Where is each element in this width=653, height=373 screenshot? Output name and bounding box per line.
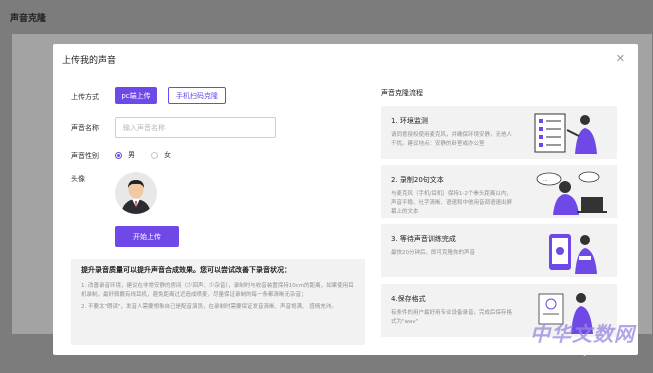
gender-radio-female[interactable]: 女: [151, 150, 171, 160]
upload-method-label: 上传方式: [71, 93, 99, 101]
voice-name-input[interactable]: [115, 117, 276, 138]
step-3-name: 3. 等待声音训练完成: [391, 235, 456, 243]
voice-name-label: 声音名称: [71, 124, 99, 132]
step-4-name: 4.保存格式: [391, 295, 426, 303]
upload-voice-modal: 上传我的声音 ✕ 上传方式 pc端上传 手机扫码克隆 声音名称 声音性别 男 女…: [53, 44, 638, 355]
gender-option-male: 男: [128, 151, 135, 159]
avatar-person-icon: [115, 172, 157, 214]
page-title: 声音克隆: [10, 14, 47, 24]
flow-step-1: 1. 环境监测 请同意授权使用麦克风，并确保环境安静，无他人干扰。建议地点：安静…: [381, 106, 617, 159]
checklist-illustration-icon: [534, 113, 597, 154]
step-1-desc: 请同意授权使用麦克风，并确保环境安静，无他人干扰。建议地点：安静的卧室或办公室: [391, 132, 513, 147]
watermark-url: www.zhwjw.net: [542, 347, 611, 357]
watermark-logo: 中华文数网 www.zhwjw.net: [530, 318, 650, 368]
recording-tips-panel: 提升录音质量可以提升声音合成效果。您可以尝试改善下录音状况： 1. 改善录音环境…: [71, 259, 365, 345]
radio-empty-icon: [151, 151, 158, 159]
radio-selected-icon: [115, 151, 122, 159]
training-illustration-icon: [549, 234, 597, 274]
modal-title: 上传我的声音: [62, 56, 117, 66]
close-icon[interactable]: ✕: [616, 52, 625, 65]
svg-text:...: ...: [543, 177, 548, 183]
flow-step-3: 3. 等待声音训练完成 最快20分钟后，即可克隆你的声音: [381, 224, 617, 277]
tips-item-2: 2. 不要太"朗读"，发音人需要想象自己是配音演员，在录制时需要保证发音清晰、声…: [81, 304, 337, 310]
mobile-scan-button[interactable]: 手机扫码克隆: [168, 87, 226, 104]
step-2-name: 2. 录制20句文本: [391, 176, 444, 184]
avatar-label: 头像: [71, 175, 85, 183]
gender-radio-male[interactable]: 男: [115, 150, 135, 160]
voice-gender-label: 声音性别: [71, 152, 99, 160]
pc-upload-button[interactable]: pc端上传: [115, 87, 157, 104]
watermark-brand: 中华文数网: [530, 322, 635, 346]
clone-flow-title: 声音克隆流程: [381, 89, 423, 97]
recording-illustration-icon: ...: [536, 171, 607, 215]
step-1-name: 1. 环境监测: [391, 117, 428, 125]
flow-step-2: 2. 录制20句文本 与麦克风（手机/耳机）保持1-2个拳头距离以内，声音平稳、…: [381, 165, 617, 218]
tips-item-1: 1. 改善录音环境，建议在非常安静的房间（少回声、少杂音），录制时与收音装置保持…: [81, 283, 354, 298]
gender-option-female: 女: [164, 151, 171, 159]
step-3-desc: 最快20分钟后，即可克隆你的声音: [391, 250, 475, 256]
tips-title: 提升录音质量可以提升声音合成效果。您可以尝试改善下录音状况：: [81, 266, 291, 274]
start-upload-button[interactable]: 开始上传: [115, 226, 179, 247]
step-4-desc: 有条件的用户最好用专业设备录音，完成后保存格式为"wav": [391, 310, 513, 325]
avatar[interactable]: [115, 172, 157, 214]
step-2-desc: 与麦克风（手机/耳机）保持1-2个拳头距离以内，声音平稳、吐字清晰、语速和中他用…: [391, 191, 513, 215]
